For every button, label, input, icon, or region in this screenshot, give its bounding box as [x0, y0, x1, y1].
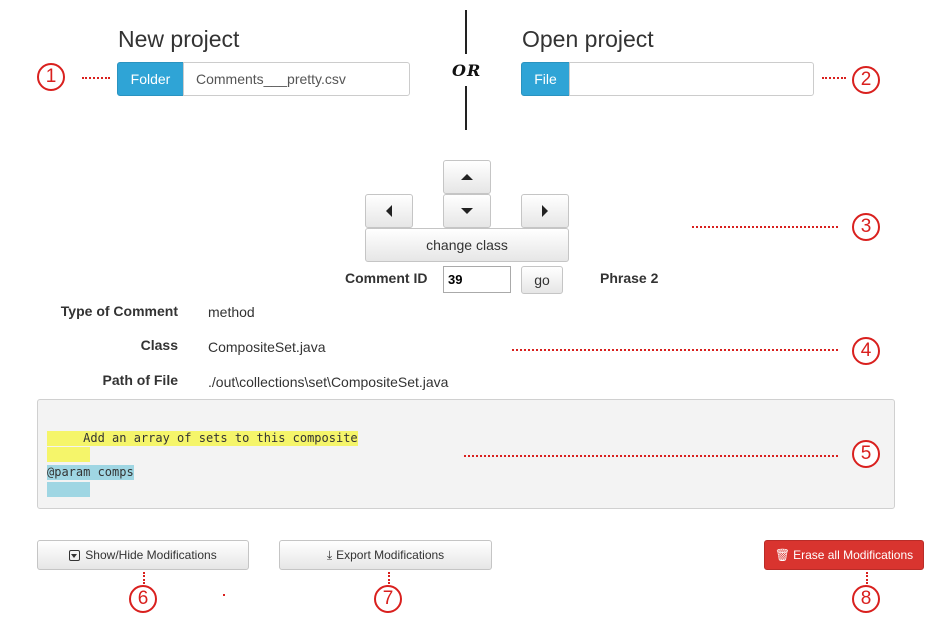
annotation-line-5 [464, 455, 838, 457]
path-of-file-value: ./out\collections\set\CompositeSet.java [208, 374, 449, 390]
show-hide-modifications-button[interactable]: Show/Hide Modifications [37, 540, 249, 570]
download-icon: ⤓ [326, 547, 333, 562]
change-class-button[interactable]: change class [365, 228, 569, 262]
path-of-file-label: Path of File [102, 372, 178, 388]
file-button[interactable]: File [521, 62, 570, 96]
annotation-line-1 [82, 77, 110, 79]
erase-all-modifications-button[interactable]: 🗑 Erase all Modifications [764, 540, 924, 570]
up-button[interactable] [443, 160, 491, 194]
class-label: Class [140, 337, 178, 353]
separator-line-bottom [465, 86, 467, 130]
type-of-comment-value: method [208, 304, 255, 320]
annotation-marker-1: 1 [37, 63, 65, 91]
comment-text-box[interactable]: Add an array of sets to this composite @… [37, 399, 895, 509]
annotation-marker-7: 7 [374, 585, 402, 613]
annotation-marker-2: 2 [852, 66, 880, 94]
comment-line-1: Add an array of sets to this composite [47, 431, 358, 446]
erase-all-modifications-label: Erase all Modifications [793, 548, 914, 562]
class-value: CompositeSet.java [208, 339, 326, 355]
new-project-file-field[interactable]: Comments___pretty.csv [183, 62, 410, 96]
comment-id-input[interactable] [443, 266, 511, 293]
new-project-title: New project [118, 26, 240, 52]
annotation-marker-5: 5 [852, 440, 880, 468]
annotation-line-8 [866, 572, 868, 584]
caret-down-icon [461, 208, 473, 214]
export-modifications-label: Export Modifications [336, 548, 445, 562]
annotation-line-4 [512, 349, 838, 351]
open-project-title: Open project [522, 26, 654, 52]
type-of-comment-label: Type of Comment [60, 303, 178, 319]
caret-up-icon [461, 174, 473, 180]
annotation-marker-6: 6 [129, 585, 157, 613]
new-project-file-name: Comments___pretty.csv [196, 71, 346, 87]
annotation-marker-8: 8 [852, 585, 880, 613]
folder-button[interactable]: Folder [117, 62, 184, 96]
comment-line-3: @param comps [47, 465, 134, 480]
annotation-line-2 [822, 77, 846, 79]
right-button[interactable] [521, 194, 569, 228]
trash-icon: 🗑 [774, 548, 791, 562]
export-modifications-button[interactable]: ⤓ Export Modifications [279, 540, 492, 570]
comment-line-4-highlight [47, 482, 90, 497]
comment-id-label: Comment ID [345, 270, 428, 286]
annotation-marker-3: 3 [852, 213, 880, 241]
open-project-file-field[interactable] [569, 62, 814, 96]
caret-right-icon [542, 205, 548, 217]
or-separator: OR [452, 61, 482, 80]
toggle-down-icon [69, 549, 81, 561]
down-button[interactable] [443, 194, 491, 228]
annotation-marker-4: 4 [852, 337, 880, 365]
comment-line-2-highlight [47, 447, 90, 462]
go-button[interactable]: go [521, 266, 563, 294]
annotation-line-7 [388, 572, 390, 584]
annotation-dot [223, 594, 225, 596]
show-hide-modifications-label: Show/Hide Modifications [85, 548, 217, 562]
caret-left-icon [386, 205, 392, 217]
annotation-line-3 [692, 226, 838, 228]
phrase-label: Phrase 2 [600, 270, 659, 286]
annotation-line-6 [143, 572, 145, 584]
left-button[interactable] [365, 194, 413, 228]
separator-line-top [465, 10, 467, 54]
